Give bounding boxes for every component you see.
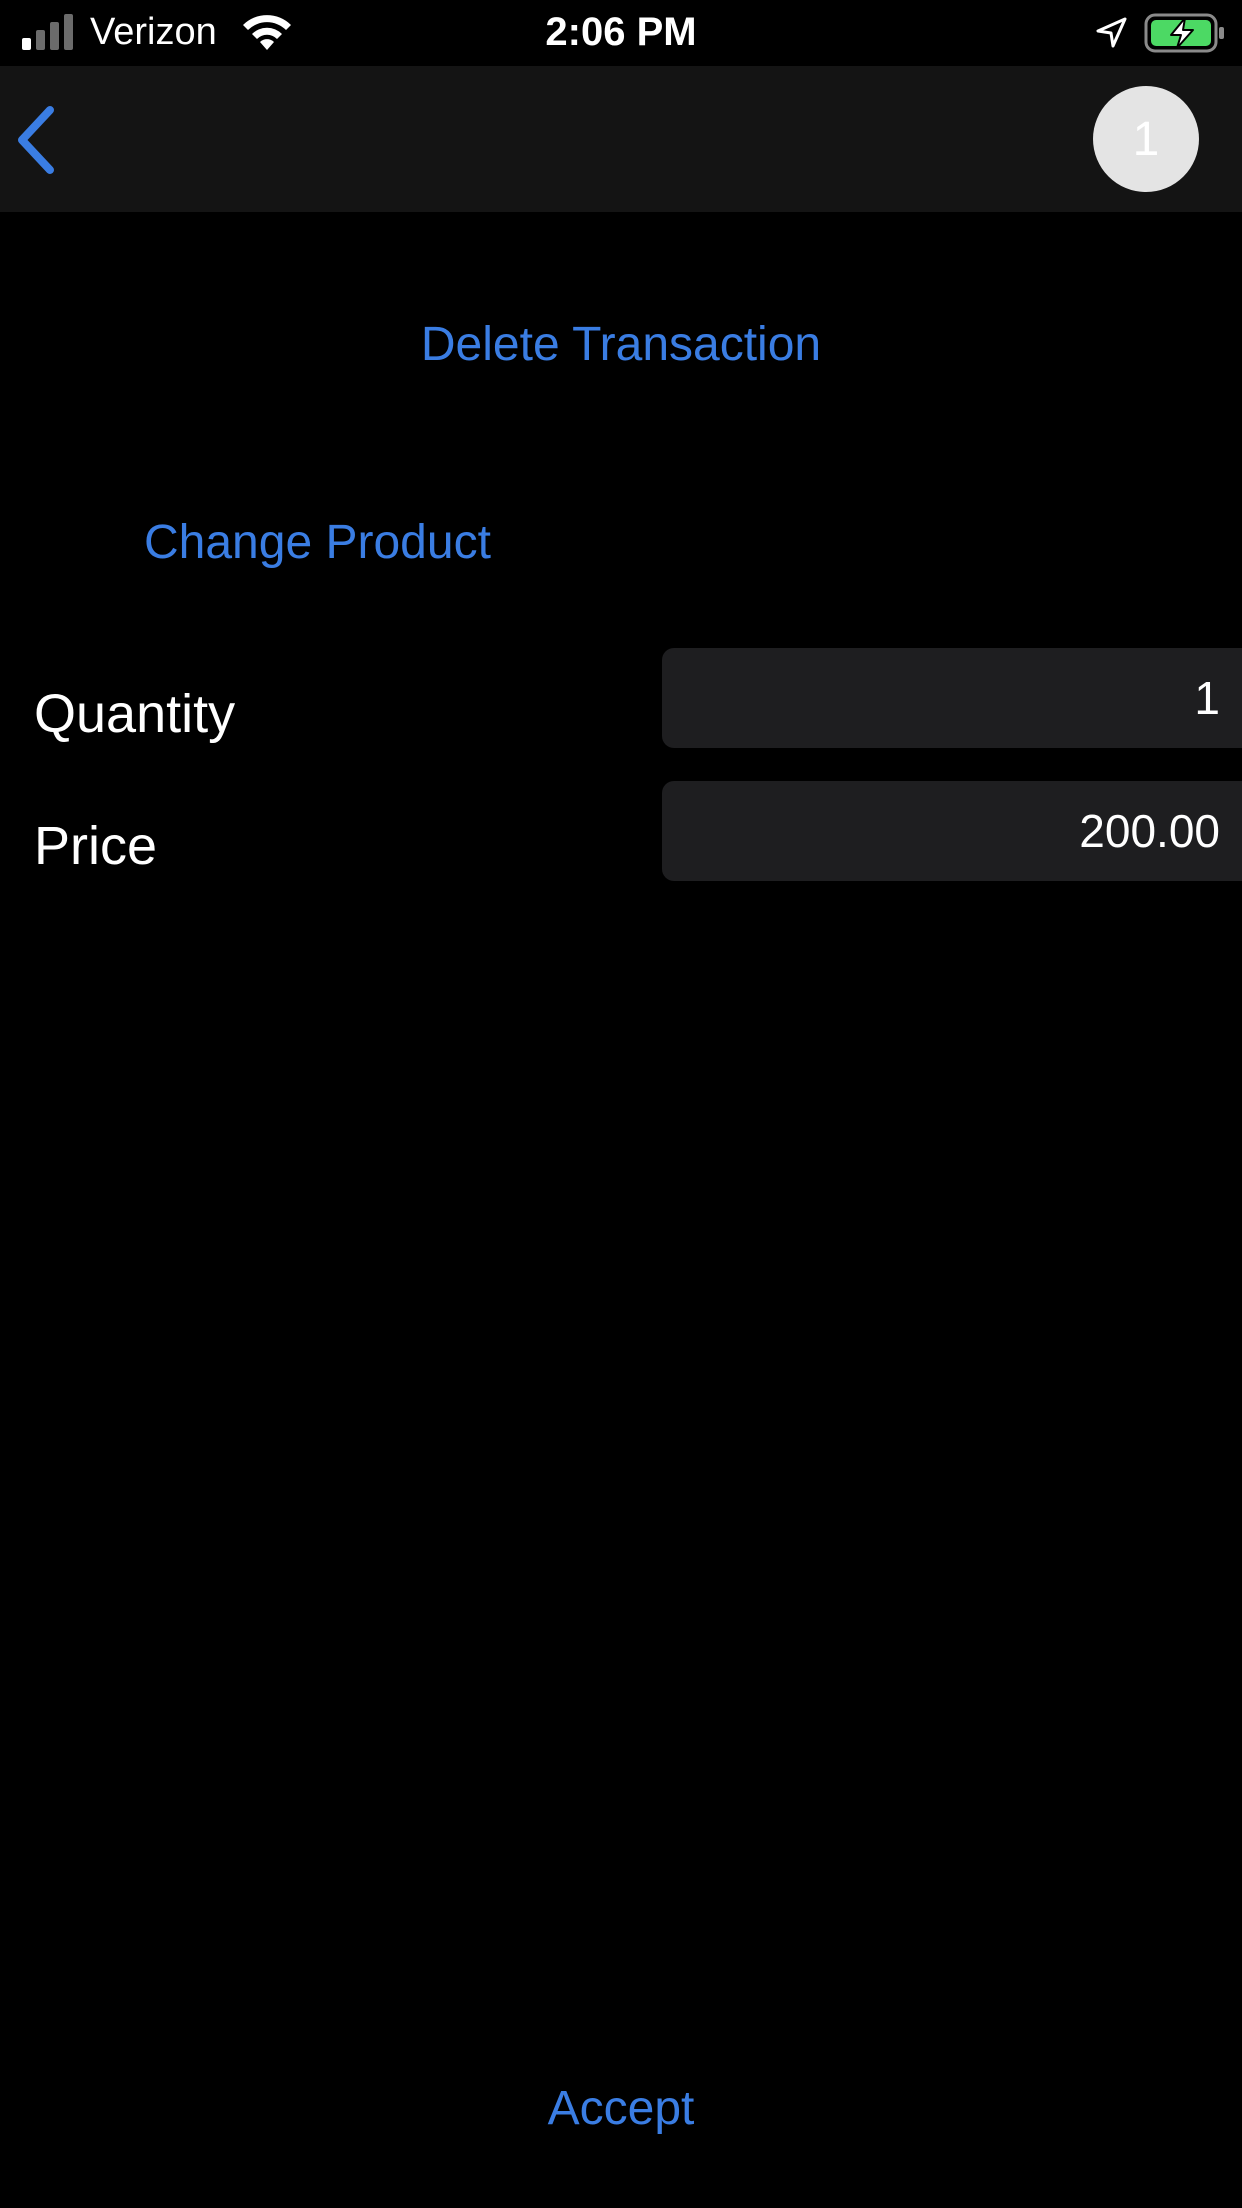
quantity-field[interactable] [662, 648, 1242, 748]
location-arrow-icon [1096, 17, 1127, 48]
accept-button[interactable]: Accept [0, 2081, 1242, 2137]
count-badge-label: 1 [1132, 112, 1160, 166]
battery-charging-icon [1144, 13, 1224, 53]
price-field[interactable] [662, 781, 1242, 881]
quantity-label: Quantity [34, 684, 236, 744]
status-time: 2:06 PM [545, 10, 697, 54]
count-badge[interactable]: 1 [1093, 86, 1199, 192]
chevron-left-icon[interactable] [8, 102, 68, 178]
edit-transaction-screen: Verizon 2:06 PM 1 Delete Transaction Cha… [0, 0, 1242, 2208]
change-product-button[interactable]: Change Product [144, 515, 491, 571]
price-label: Price [34, 816, 158, 876]
status-bar: Verizon 2:06 PM [0, 0, 1242, 66]
delete-transaction-button[interactable]: Delete Transaction [0, 317, 1242, 373]
navigation-bar: 1 [0, 66, 1242, 212]
